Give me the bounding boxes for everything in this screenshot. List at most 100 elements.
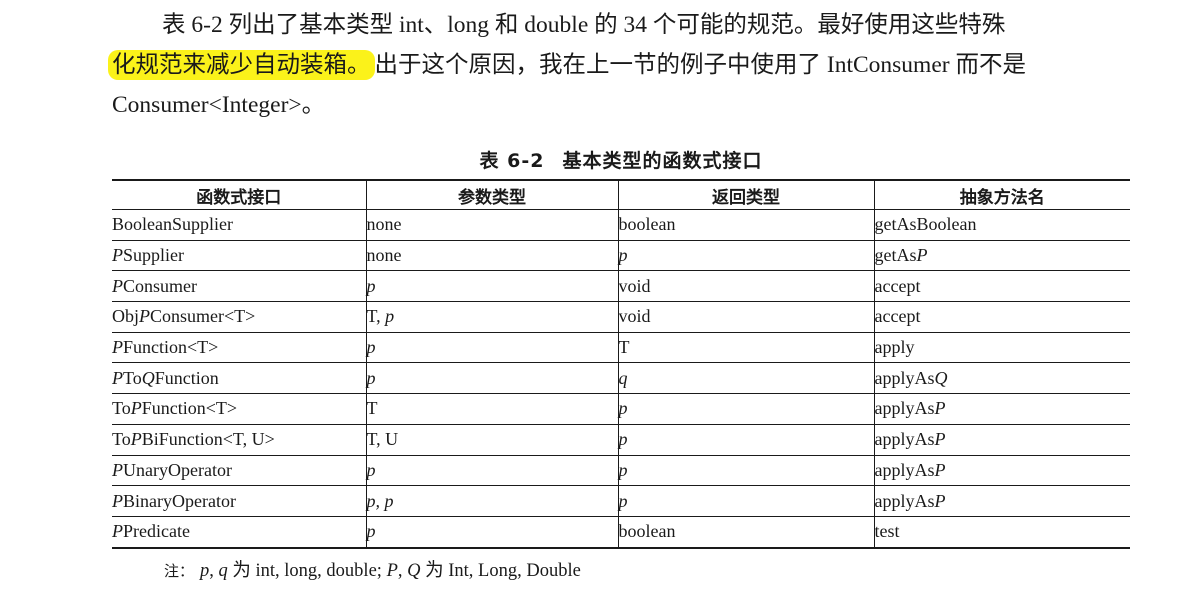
table-row: ToPBiFunction<T, U> T, U p applyAsP: [112, 424, 1130, 456]
italic-symbol: p: [366, 337, 376, 358]
cell-abstract-method: test: [874, 516, 1130, 549]
cell-parameter-type: none: [366, 240, 619, 272]
cell-abstract-method: applyAsP: [874, 424, 1130, 456]
text-segment: T,: [366, 306, 386, 327]
header-functional-interface: 函数式接口: [112, 180, 367, 210]
text-segment: applyAs: [874, 398, 935, 419]
header-parameter-type: 参数类型: [366, 180, 619, 210]
cell-parameter-type: p, p: [366, 485, 619, 517]
text-segment: 为 int, long, double;: [227, 561, 387, 581]
text-segment: ,: [397, 561, 408, 581]
cell-return-type: p: [618, 393, 875, 425]
text-segment: accept: [874, 306, 921, 327]
table-row: PFunction<T> p Tapply: [112, 332, 1130, 364]
cell-return-type: q: [618, 362, 875, 395]
italic-symbol: p, p: [366, 490, 394, 511]
italic-symbol: p: [366, 367, 376, 388]
text-segment: T: [618, 337, 630, 358]
text-segment: test: [874, 521, 900, 542]
text-segment: T, U: [366, 429, 399, 450]
text-segment: accept: [874, 275, 921, 296]
cell-functional-interface: PConsumer: [112, 270, 367, 303]
text-segment: 为 Int, Long, Double: [420, 561, 581, 581]
italic-symbol: P: [130, 398, 142, 419]
italic-symbol: p: [366, 275, 376, 296]
table-row: PToQFunction p q applyAsQ: [112, 362, 1130, 395]
cell-functional-interface: ToPBiFunction<T, U>: [112, 424, 367, 456]
cell-functional-interface: PBinaryOperator: [112, 485, 367, 517]
text-segment: applyAs: [874, 459, 935, 480]
paragraph-line-2-rest: 出于这个原因，我在上一节的例子中使用了 IntConsumer 而不是: [374, 52, 1026, 78]
cell-functional-interface: ObjPConsumer<T>: [112, 301, 367, 333]
cell-functional-interface: PToQFunction: [112, 362, 367, 395]
italic-symbol: P: [112, 367, 123, 388]
cell-parameter-type: T: [366, 393, 619, 425]
table-row: ObjPConsumer<T> T, p void accept: [112, 301, 1130, 333]
cell-abstract-method: applyAsP: [874, 393, 1130, 425]
cell-return-type: boolean: [618, 209, 875, 241]
cell-abstract-method: applyAsQ: [874, 362, 1130, 395]
text-segment: getAs: [874, 245, 917, 266]
text-segment: ,: [209, 561, 219, 581]
paragraph-line-3: Consumer<Integer>。: [112, 92, 326, 118]
cell-functional-interface: PFunction<T>: [112, 332, 367, 364]
text-segment: Supplier: [123, 245, 184, 266]
italic-symbol: P: [934, 459, 946, 480]
text-segment: Predicate: [123, 521, 190, 542]
italic-symbol: p: [366, 521, 376, 542]
table-caption-number: 表 6-2: [479, 150, 545, 172]
italic-symbol: Q: [407, 561, 421, 581]
cell-return-type: void: [618, 301, 875, 333]
text-segment: boolean: [618, 521, 676, 542]
italic-symbol: P: [112, 521, 123, 542]
text-segment: Consumer: [123, 275, 197, 296]
cell-parameter-type: T, p: [366, 301, 619, 333]
text-segment: BinaryOperator: [123, 490, 236, 511]
cell-parameter-type: p: [366, 270, 619, 303]
cell-return-type: boolean: [618, 516, 875, 549]
italic-symbol: P: [112, 245, 123, 266]
italic-symbol: p: [200, 561, 210, 581]
cell-parameter-type: p: [366, 516, 619, 549]
italic-symbol: p: [366, 459, 376, 480]
header-return-type: 返回类型: [618, 180, 875, 210]
text-segment: To: [123, 367, 142, 388]
italic-symbol: P: [139, 306, 150, 327]
italic-symbol: p: [618, 459, 628, 480]
text-segment: BooleanSupplier: [112, 214, 233, 235]
cell-return-type: p: [618, 485, 875, 517]
paragraph-line-2: 化规范来减少自动装箱。 出于这个原因，我在上一节的例子中使用了 IntConsum…: [108, 45, 1132, 85]
italic-symbol: P: [934, 429, 946, 450]
italic-symbol: P: [934, 490, 946, 511]
table-body: BooleanSupplier none boolean getAsBoolean PS…: [112, 209, 1130, 549]
italic-symbol: p: [618, 398, 628, 419]
primitive-functional-interfaces-table: 函数式接口 参数类型 返回类型 抽象方法名 BooleanSupplier non…: [112, 179, 1130, 549]
text-segment: BiFunction<T, U>: [141, 429, 275, 450]
text-segment: applyAs: [874, 367, 935, 388]
italic-symbol: P: [386, 561, 398, 581]
cell-functional-interface: PPredicate: [112, 516, 367, 549]
cell-functional-interface: ToPFunction<T>: [112, 393, 367, 425]
cell-parameter-type: p: [366, 362, 619, 395]
text-segment: Function<T>: [141, 398, 238, 419]
italic-symbol: P: [112, 275, 123, 296]
text-segment: applyAs: [874, 429, 935, 450]
cell-return-type: p: [618, 240, 875, 272]
cell-abstract-method: getAsP: [874, 240, 1130, 272]
cell-abstract-method: applyAsP: [874, 455, 1130, 487]
cell-return-type: p: [618, 455, 875, 487]
text-segment: UnaryOperator: [123, 459, 232, 480]
italic-symbol: p: [618, 245, 628, 266]
cell-return-type: p: [618, 424, 875, 456]
cell-functional-interface: PUnaryOperator: [112, 455, 367, 487]
cell-parameter-type: p: [366, 332, 619, 364]
cell-functional-interface: PSupplier: [112, 240, 367, 272]
paragraph-line-1: 表 6-2 列出了基本类型 int、long 和 double 的 34 个可能…: [162, 12, 1006, 38]
text-segment: getAsBoolean: [874, 214, 977, 235]
text-segment: none: [366, 245, 402, 266]
text-segment: Obj: [112, 306, 139, 327]
text-segment: void: [618, 275, 651, 296]
italic-symbol: q: [618, 367, 628, 388]
cell-abstract-method: apply: [874, 332, 1130, 364]
cell-parameter-type: T, U: [366, 424, 619, 456]
